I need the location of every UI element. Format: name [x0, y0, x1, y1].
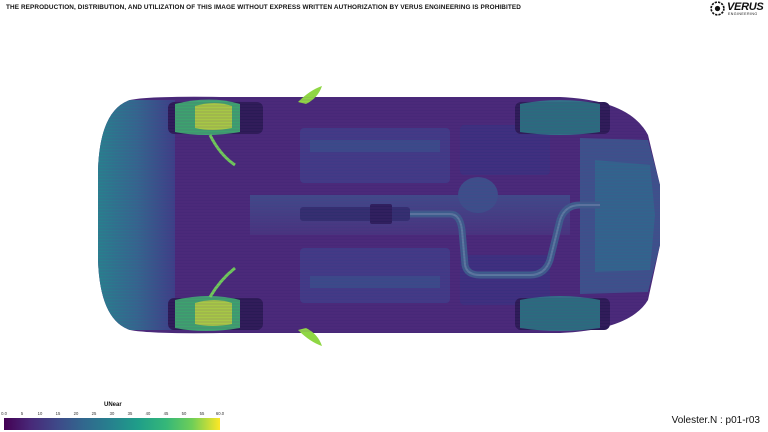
- colorbar-tick: 60.0: [215, 411, 225, 416]
- colorbar-tick: 20: [73, 411, 79, 416]
- colorbar-tick: 35: [127, 411, 133, 416]
- colorbar-tick: 50: [181, 411, 187, 416]
- case-caption: Volester.N : p01-r03: [671, 415, 760, 426]
- colorbar-tick: 15: [55, 411, 61, 416]
- colorbar-tick: 5: [20, 411, 24, 416]
- colorbar-tick: 30: [109, 411, 115, 416]
- colorbar-tick: 10: [37, 411, 43, 416]
- colorbar-tick: 25: [91, 411, 97, 416]
- colorbar-tick: 0.0: [1, 411, 7, 416]
- colorbar-gradient: [4, 418, 220, 430]
- colorbar-ticks: 0.0 5 10 15 20 25 30 35 40 45 50 55 60.0: [1, 411, 224, 417]
- colorbar-tick: 40: [145, 411, 151, 416]
- colorbar-tick: 55: [199, 411, 205, 416]
- colorbar-legend: UNear 0.0 5 10 15 20 25 30 35 40 45 50 5…: [1, 402, 224, 430]
- colorbar-title: UNear: [104, 402, 122, 408]
- colorbar-tick: 45: [163, 411, 169, 416]
- car-underbody-flow-visualization: [98, 86, 660, 346]
